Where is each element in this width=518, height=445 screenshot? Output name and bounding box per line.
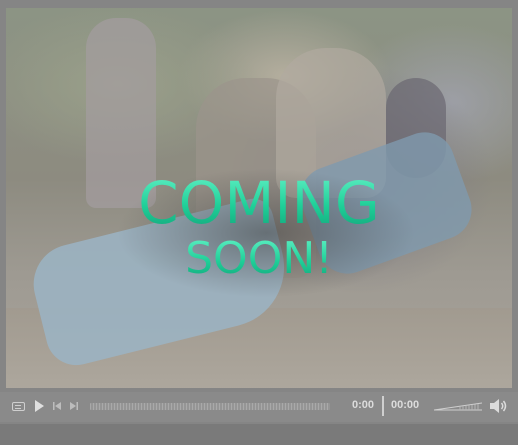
video-frame[interactable]: COMING SOON! <box>6 8 512 388</box>
captions-icon[interactable] <box>12 402 25 411</box>
next-icon[interactable] <box>67 401 79 411</box>
previous-icon[interactable] <box>52 401 64 411</box>
video-player: COMING SOON! 0:00 00:00 <box>0 0 518 445</box>
control-bar: 0:00 00:00 <box>0 392 518 422</box>
coming-soon-line2: SOON! <box>6 236 512 282</box>
coming-soon-line1: COMING <box>6 173 512 233</box>
progress-bar[interactable] <box>90 403 330 410</box>
time-divider <box>382 396 384 416</box>
bottom-strip <box>0 424 518 445</box>
speaker-icon[interactable] <box>488 398 508 414</box>
play-icon[interactable] <box>35 400 44 412</box>
volume-slider[interactable] <box>434 401 482 411</box>
current-time: 0:00 <box>352 399 375 411</box>
total-time: 00:00 <box>391 399 420 411</box>
